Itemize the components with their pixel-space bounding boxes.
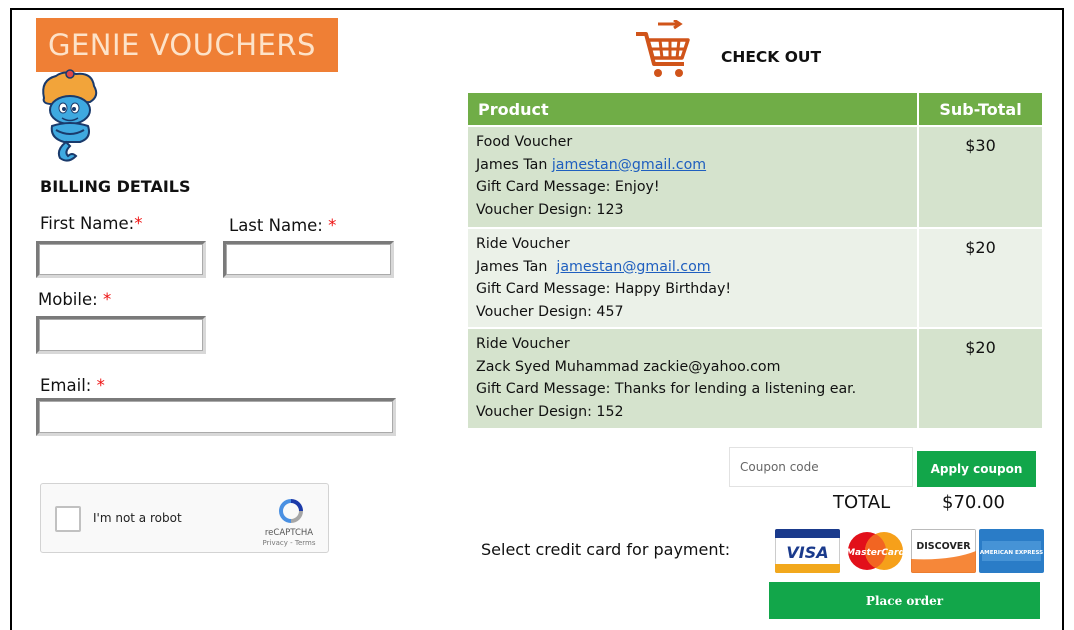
mobile-input[interactable] bbox=[36, 316, 206, 354]
last-name-label: Last Name: * bbox=[229, 216, 336, 235]
subtotal-cell: $20 bbox=[918, 327, 1042, 428]
required-marker: * bbox=[134, 214, 143, 233]
total-value: $70.00 bbox=[942, 492, 1005, 513]
table-row: Ride Voucher James Tan jamestan@gmail.co… bbox=[468, 227, 1042, 328]
subtotal-cell: $20 bbox=[918, 227, 1042, 328]
place-order-button[interactable]: Place order bbox=[769, 582, 1040, 619]
recipient-email: zackie@yahoo.com bbox=[643, 358, 781, 375]
recipient-email-link[interactable]: jamestan@gmail.com bbox=[556, 259, 710, 275]
required-marker: * bbox=[102, 290, 112, 309]
coupon-code-input[interactable] bbox=[729, 447, 913, 487]
voucher-design: Voucher Design: 123 bbox=[476, 201, 624, 218]
discover-card-icon[interactable]: DISCOVER bbox=[911, 529, 976, 573]
column-header-product: Product bbox=[468, 93, 919, 126]
required-marker: * bbox=[96, 376, 105, 395]
last-name-input[interactable] bbox=[223, 241, 394, 278]
billing-details-heading: BILLING DETAILS bbox=[40, 177, 191, 196]
product-cell: Ride Voucher James Tan jamestan@gmail.co… bbox=[468, 227, 919, 328]
recipient-name: James Tan bbox=[476, 156, 548, 173]
visa-card-icon[interactable]: VISA bbox=[775, 529, 840, 573]
table-row: Food Voucher James Tan jamestan@gmail.co… bbox=[468, 125, 1042, 228]
last-name-label-text: Last Name: bbox=[229, 216, 323, 235]
amex-card-text: AMERICAN EXPRESS bbox=[980, 550, 1043, 556]
first-name-label-text: First Name: bbox=[40, 214, 135, 233]
column-header-subtotal: Sub-Total bbox=[918, 93, 1042, 126]
product-name: Ride Voucher bbox=[476, 336, 570, 352]
genie-mascot-icon bbox=[42, 69, 98, 162]
table-row: Ride Voucher Zack Syed Muhammad zackie@y… bbox=[468, 327, 1042, 428]
recaptcha-links[interactable]: Privacy - Terms bbox=[251, 539, 327, 547]
email-label: Email: * bbox=[40, 376, 105, 395]
checkout-heading: CHECK OUT bbox=[721, 48, 822, 66]
table-header-row: Product Sub-Total bbox=[468, 93, 1042, 126]
payment-method-label: Select credit card for payment: bbox=[481, 540, 731, 559]
recipient-name: Zack Syed Muhammad bbox=[476, 358, 639, 375]
recipient-line: Zack Syed Muhammad zackie@yahoo.com bbox=[476, 356, 909, 379]
required-marker: * bbox=[328, 216, 337, 235]
first-name-input[interactable] bbox=[36, 241, 206, 278]
gift-message: Gift Card Message: Thanks for lending a … bbox=[476, 381, 857, 397]
brand-name: GENIE VOUCHERS bbox=[48, 28, 316, 62]
recaptcha-checkbox[interactable] bbox=[55, 506, 81, 532]
apply-coupon-button[interactable]: Apply coupon bbox=[917, 451, 1036, 487]
mastercard-icon[interactable]: MasterCard bbox=[843, 529, 908, 573]
voucher-design: Voucher Design: 457 bbox=[476, 303, 624, 320]
mobile-label-text: Mobile: bbox=[38, 290, 98, 309]
recaptcha-brand: reCAPTCHA bbox=[264, 528, 314, 538]
shopping-cart-icon bbox=[636, 20, 690, 77]
recaptcha-label: I'm not a robot bbox=[93, 511, 182, 525]
mobile-label: Mobile: * bbox=[38, 290, 111, 309]
credit-card-options: VISA MasterCard DISCOVER AMERICAN EXPRES… bbox=[775, 529, 1044, 573]
recipient-name: James Tan bbox=[476, 258, 548, 275]
mastercard-text: MasterCard bbox=[846, 548, 905, 558]
recipient-line: James Tan jamestan@gmail.com bbox=[476, 256, 909, 279]
gift-message: Gift Card Message: Enjoy! bbox=[476, 179, 660, 195]
voucher-design: Voucher Design: 152 bbox=[476, 403, 624, 420]
brand-logo: GENIE VOUCHERS bbox=[36, 18, 338, 72]
amex-card-icon[interactable]: AMERICAN EXPRESS bbox=[979, 529, 1044, 573]
recipient-line: James Tan jamestan@gmail.com bbox=[476, 154, 909, 177]
discover-card-text: DISCOVER bbox=[916, 541, 971, 552]
recipient-email-link[interactable]: jamestan@gmail.com bbox=[552, 157, 706, 173]
total-label: TOTAL bbox=[833, 492, 891, 513]
first-name-label: First Name:* bbox=[40, 214, 142, 233]
visa-card-text: VISA bbox=[786, 543, 828, 562]
product-cell: Ride Voucher Zack Syed Muhammad zackie@y… bbox=[468, 327, 919, 428]
product-name: Food Voucher bbox=[476, 134, 573, 150]
product-cell: Food Voucher James Tan jamestan@gmail.co… bbox=[468, 125, 919, 228]
product-name: Ride Voucher bbox=[476, 236, 570, 252]
recaptcha-widget: I'm not a robot reCAPTCHA Privacy - Term… bbox=[40, 483, 329, 553]
order-table: Product Sub-Total Food Voucher James Tan… bbox=[468, 93, 1042, 428]
subtotal-cell: $30 bbox=[918, 125, 1042, 228]
email-input[interactable] bbox=[36, 398, 396, 436]
email-label-text: Email: bbox=[40, 376, 92, 395]
recaptcha-logo-icon bbox=[279, 499, 303, 523]
gift-message: Gift Card Message: Happy Birthday! bbox=[476, 281, 732, 297]
